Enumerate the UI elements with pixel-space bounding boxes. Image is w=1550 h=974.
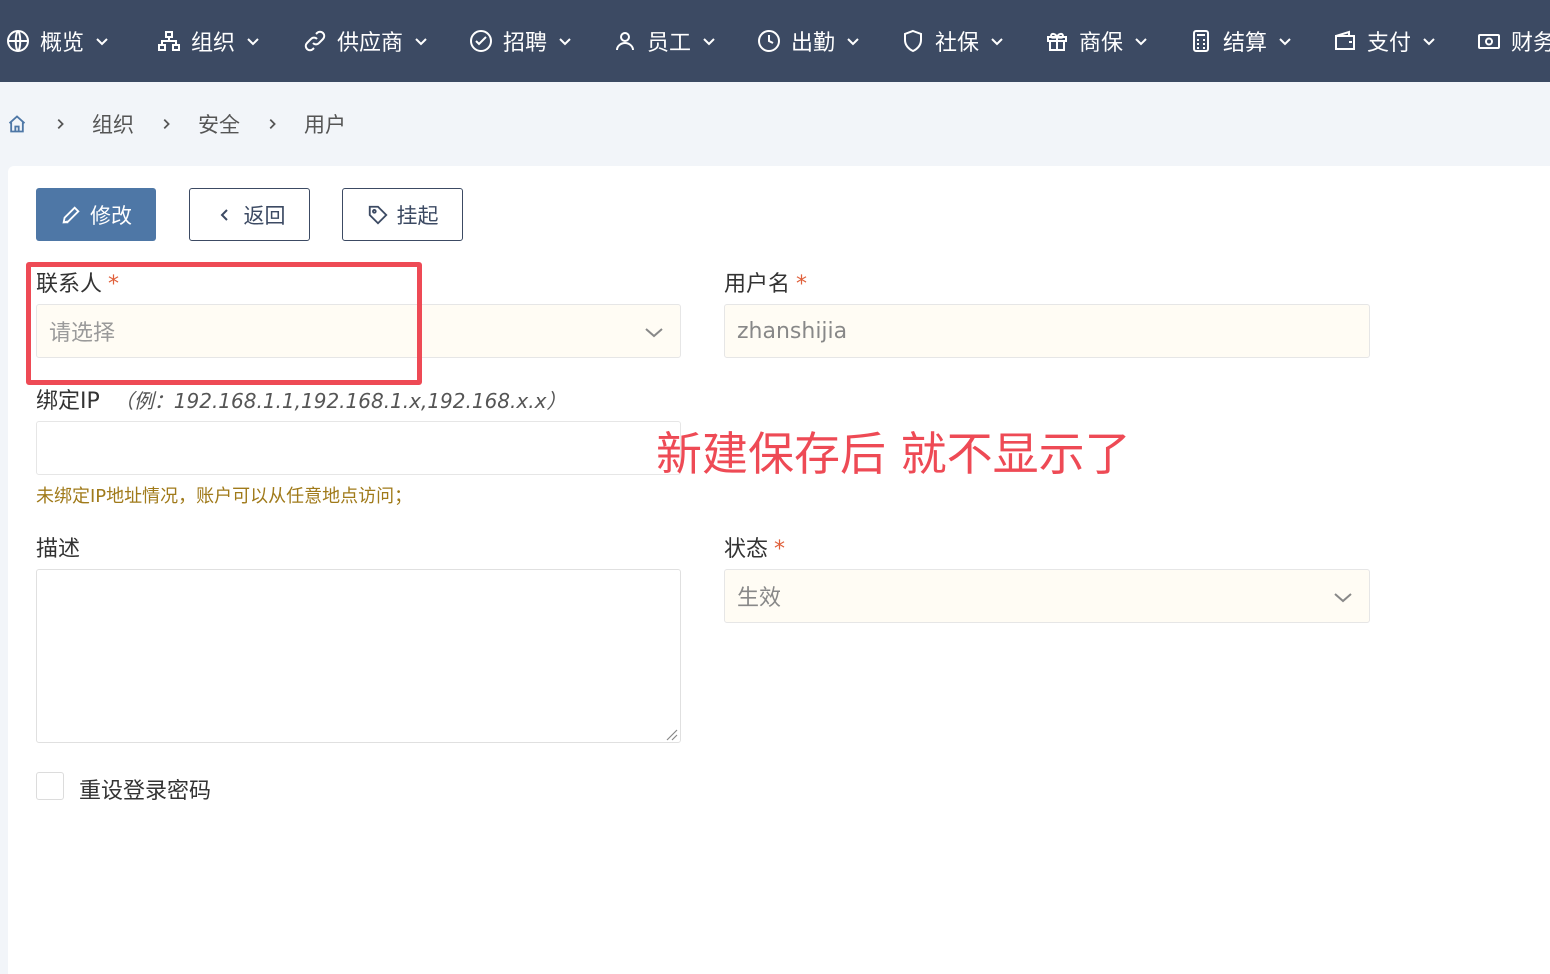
chevron-right-icon	[52, 116, 68, 132]
chevron-down-icon	[94, 33, 110, 49]
nav-label: 员工	[647, 31, 692, 56]
chevron-down-icon	[1277, 33, 1293, 49]
username-value: zhanshijia	[737, 318, 848, 344]
chevron-down-icon	[989, 33, 1005, 49]
nav-label: 组织	[191, 31, 236, 56]
status-select[interactable]: 生效	[724, 569, 1370, 623]
bind-ip-example-hint: （例：192.168.1.1,192.168.1.x,192.168.x.x）	[113, 389, 567, 413]
username-label: 用户名 *	[724, 266, 807, 298]
nav-item-payment[interactable]: 支付	[1333, 0, 1437, 82]
breadcrumb-item-org[interactable]: 组织	[92, 109, 134, 139]
required-mark: *	[774, 537, 786, 562]
chevron-down-icon	[845, 33, 861, 49]
bind-ip-label-text: 绑定IP	[36, 389, 100, 414]
contact-select-placeholder: 请选择	[49, 321, 116, 346]
tag-icon	[367, 204, 389, 226]
shield-icon	[901, 29, 925, 53]
breadcrumb-item-user: 用户	[304, 113, 346, 137]
nav-label: 供应商	[337, 31, 404, 56]
chevron-down-icon	[701, 33, 717, 49]
suspend-button[interactable]: 挂起	[342, 188, 463, 241]
globe-icon	[6, 29, 30, 53]
nav-label: 概览	[40, 31, 85, 56]
pencil-icon	[60, 204, 82, 226]
nav-item-overview[interactable]: 概览	[6, 0, 110, 82]
reset-password-checkbox[interactable]	[36, 772, 64, 800]
nav-label: 结算	[1223, 31, 1268, 56]
nav-label: 商保	[1079, 31, 1124, 56]
username-field[interactable]: zhanshijia	[724, 304, 1370, 358]
org-chart-icon	[157, 29, 181, 53]
suspend-button-label: 挂起	[396, 203, 439, 228]
link-icon	[303, 29, 327, 53]
contact-label: 联系人 *	[36, 266, 119, 298]
clock-icon	[757, 29, 781, 53]
required-mark: *	[796, 272, 808, 297]
user-icon	[613, 29, 637, 53]
username-label-text: 用户名	[724, 272, 791, 297]
chevron-right-icon	[158, 116, 174, 132]
status-label-text: 状态	[724, 537, 769, 562]
description-label: 描述	[36, 537, 81, 562]
description-textarea[interactable]	[36, 569, 681, 743]
nav-label: 招聘	[503, 31, 548, 56]
edit-button-label: 修改	[90, 203, 132, 228]
chevron-down-icon	[642, 320, 666, 344]
breadcrumb: 组织 安全 用户	[0, 82, 1550, 166]
calculator-icon	[1189, 29, 1213, 53]
nav-item-recruit[interactable]: 招聘	[469, 0, 573, 82]
chevron-right-icon	[264, 116, 280, 132]
bind-ip-helper-text: 未绑定IP地址情况，账户可以从任意地点访问；	[36, 486, 413, 507]
nav-item-settlement[interactable]: 结算	[1189, 0, 1293, 82]
nav-item-commercial-insurance[interactable]: 商保	[1045, 0, 1149, 82]
nav-item-org[interactable]: 组织	[157, 0, 261, 82]
required-mark: *	[108, 272, 120, 297]
contact-label-text: 联系人	[36, 272, 103, 297]
chevron-down-icon	[1421, 33, 1437, 49]
breadcrumb-item-security[interactable]: 安全	[198, 109, 240, 139]
bind-ip-label: 绑定IP （例：192.168.1.1,192.168.1.x,192.168.x…	[36, 383, 566, 415]
home-icon[interactable]	[6, 113, 28, 135]
nav-label: 支付	[1367, 31, 1412, 56]
check-badge-icon	[469, 29, 493, 53]
nav-label: 出勤	[791, 31, 836, 56]
status-value: 生效	[737, 586, 782, 611]
chevron-down-icon	[557, 33, 573, 49]
reset-password-label[interactable]: 重设登录密码	[79, 773, 211, 805]
nav-item-finance[interactable]: 财务	[1477, 0, 1550, 82]
contact-select[interactable]: 请选择	[36, 304, 681, 358]
nav-item-supplier[interactable]: 供应商	[303, 0, 429, 82]
annotation-text: 新建保存后 就不显示了	[656, 427, 1131, 481]
resize-grip-icon[interactable]	[664, 726, 678, 741]
top-nav: 概览 组织 供应商 招聘 员工 出勤 社保 商保 结算 支付 财务	[0, 0, 1550, 82]
nav-item-social-insurance[interactable]: 社保	[901, 0, 1005, 82]
status-label: 状态 *	[724, 531, 785, 563]
back-button[interactable]: 返回	[189, 188, 310, 241]
chevron-down-icon	[1331, 585, 1355, 609]
chevron-left-icon	[214, 204, 236, 226]
back-button-label: 返回	[243, 203, 286, 228]
chevron-down-icon	[1133, 33, 1149, 49]
nav-item-attendance[interactable]: 出勤	[757, 0, 861, 82]
nav-label: 社保	[935, 31, 980, 56]
bind-ip-input[interactable]	[36, 421, 681, 475]
nav-label: 财务	[1511, 31, 1550, 56]
chevron-down-icon	[413, 33, 429, 49]
gift-icon	[1045, 29, 1069, 53]
nav-item-employee[interactable]: 员工	[613, 0, 717, 82]
chevron-down-icon	[245, 33, 261, 49]
cash-icon	[1477, 29, 1501, 53]
edit-button[interactable]: 修改	[36, 188, 156, 241]
wallet-icon	[1333, 29, 1357, 53]
